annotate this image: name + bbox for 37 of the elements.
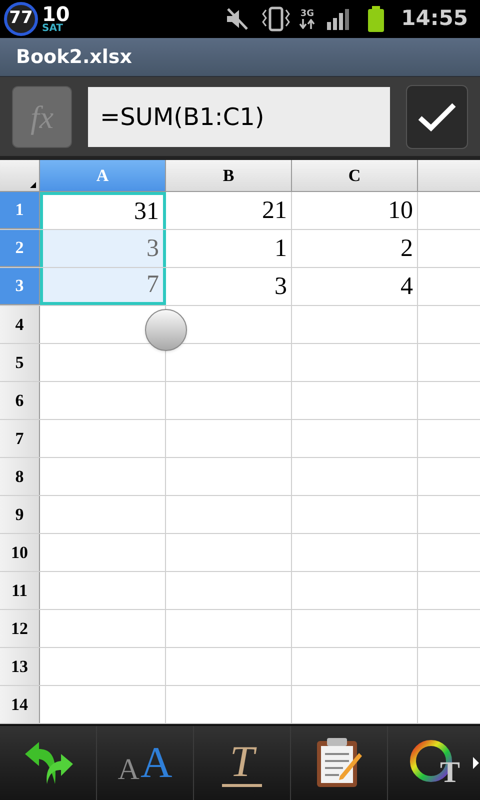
formula-input[interactable]: =SUM(B1:C1) bbox=[88, 86, 390, 146]
clock-text: 14:55 bbox=[401, 5, 468, 32]
column-header bbox=[418, 160, 480, 191]
row-header[interactable]: 6 bbox=[0, 382, 40, 419]
column-header[interactable]: C bbox=[292, 160, 418, 191]
table-cell[interactable]: 7 bbox=[40, 268, 166, 305]
clipboard-pencil-icon bbox=[315, 737, 363, 789]
more-arrow-icon[interactable] bbox=[473, 757, 479, 769]
row-header[interactable]: 14 bbox=[0, 686, 40, 723]
window-title: Book2.xlsx bbox=[16, 44, 132, 70]
toolbar-button[interactable]: T bbox=[388, 726, 480, 800]
row-header[interactable]: 12 bbox=[0, 610, 40, 647]
mute-icon bbox=[225, 7, 250, 31]
column-header[interactable]: B bbox=[166, 160, 292, 191]
row-header[interactable]: 8 bbox=[0, 458, 40, 495]
row-header[interactable]: 11 bbox=[0, 572, 40, 609]
small-a-glyph: A bbox=[118, 755, 140, 785]
signal-icon bbox=[327, 8, 352, 30]
selection-handle[interactable] bbox=[145, 309, 187, 351]
table-cell[interactable]: 31 bbox=[40, 192, 166, 229]
confirm-button[interactable] bbox=[406, 84, 468, 148]
row-header[interactable]: 10 bbox=[0, 534, 40, 571]
notification-badge: 77 bbox=[4, 2, 38, 36]
date-text: 10 bbox=[42, 4, 70, 24]
large-a-glyph: A bbox=[140, 741, 172, 785]
checkmark-icon bbox=[417, 102, 458, 132]
row-header[interactable]: 7 bbox=[0, 420, 40, 457]
row-header[interactable]: 4 bbox=[0, 306, 40, 343]
table-cell[interactable]: 3 bbox=[40, 230, 166, 267]
row-header[interactable]: 13 bbox=[0, 648, 40, 685]
battery-icon bbox=[367, 6, 386, 32]
row-header[interactable]: 9 bbox=[0, 496, 40, 533]
toolbar-button[interactable]: T bbox=[194, 726, 291, 800]
row-header[interactable]: 5 bbox=[0, 344, 40, 381]
weekday-text: SAT bbox=[42, 24, 64, 34]
toolbar-button[interactable]: AA bbox=[97, 726, 194, 800]
vibrate-icon bbox=[261, 6, 292, 32]
